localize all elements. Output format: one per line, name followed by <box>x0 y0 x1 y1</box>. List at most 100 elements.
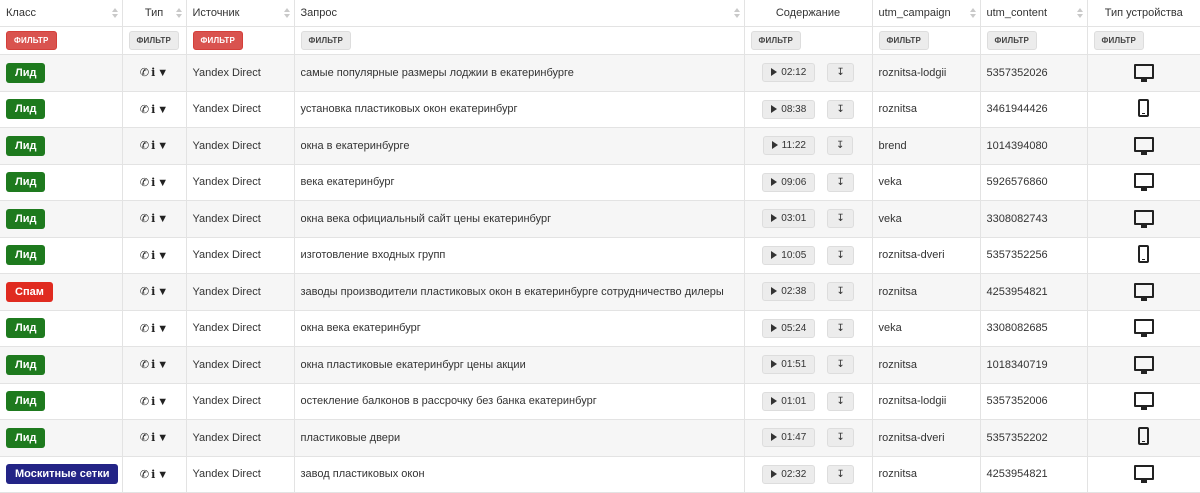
download-button[interactable]: ↧ <box>827 318 854 338</box>
filter-class-button[interactable]: ФИЛЬТР <box>6 31 57 50</box>
utm-content-text: 3461944426 <box>986 103 1048 116</box>
class-badge[interactable]: Лид <box>6 62 46 83</box>
class-badge[interactable]: Лид <box>6 391 46 412</box>
utm-campaign-text: roznitsa <box>878 103 918 116</box>
play-recording-button[interactable]: 11:22 <box>762 136 815 156</box>
header-type[interactable]: Тип <box>122 0 187 27</box>
header-class[interactable]: Класс <box>0 0 123 27</box>
info-icon[interactable]: i <box>151 212 155 225</box>
play-recording-button[interactable]: 01:47 <box>762 428 816 448</box>
play-recording-button[interactable]: 03:01 <box>762 209 816 229</box>
play-recording-button[interactable]: 01:51 <box>762 355 816 375</box>
duration-text: 02:38 <box>781 286 807 298</box>
thumbs-down-icon[interactable]: ▼ <box>157 140 168 152</box>
duration-text: 02:12 <box>781 67 807 79</box>
info-icon[interactable]: i <box>151 249 155 262</box>
info-icon[interactable]: i <box>151 358 155 371</box>
filter-content-button[interactable]: ФИЛЬТР <box>750 31 802 50</box>
class-badge[interactable]: Лид <box>6 427 46 448</box>
filter-utm-campaign-button[interactable]: ФИЛЬТР <box>878 31 930 50</box>
class-badge[interactable]: Лид <box>6 135 46 156</box>
thumbs-down-icon[interactable]: ▼ <box>157 250 168 262</box>
info-icon[interactable]: i <box>151 431 155 444</box>
thumbs-down-icon[interactable]: ▼ <box>157 177 168 189</box>
info-icon[interactable]: i <box>151 285 155 298</box>
utm-campaign-text: roznitsa <box>878 358 918 371</box>
download-button[interactable]: ↧ <box>826 136 854 156</box>
play-recording-button[interactable]: 02:32 <box>762 464 816 484</box>
play-recording-button[interactable]: 01:01 <box>762 391 816 411</box>
play-recording-button[interactable]: 08:38 <box>762 99 816 119</box>
thumbs-down-icon[interactable]: ▼ <box>157 432 168 444</box>
header-query[interactable]: Запрос <box>294 0 745 27</box>
download-button[interactable]: ↧ <box>827 428 854 448</box>
class-badge[interactable]: Лид <box>6 245 46 266</box>
query-text: заводы производители пластиковых окон в … <box>300 285 724 298</box>
thumbs-down-icon[interactable]: ▼ <box>157 104 168 116</box>
call-type-icons: ✆ i ▼ <box>129 395 180 408</box>
filter-query-button[interactable]: ФИЛЬТР <box>300 31 352 50</box>
info-icon[interactable]: i <box>151 103 155 116</box>
call-type-icons: ✆ i ▼ <box>129 66 180 79</box>
header-source[interactable]: Источник <box>186 0 295 27</box>
utm-campaign-text: veka <box>878 322 902 335</box>
filter-source-button[interactable]: ФИЛЬТР <box>192 31 244 50</box>
thumbs-down-icon[interactable]: ▼ <box>157 323 168 335</box>
sort-icon[interactable] <box>175 8 182 18</box>
play-recording-button[interactable]: 02:38 <box>762 282 816 302</box>
download-button[interactable]: ↧ <box>827 245 854 265</box>
info-icon[interactable]: i <box>151 176 155 189</box>
class-badge[interactable]: Лид <box>6 99 46 120</box>
phone-call-icon: ✆ <box>139 322 150 335</box>
play-icon <box>771 214 778 223</box>
class-badge[interactable]: Лид <box>6 318 46 339</box>
download-button[interactable]: ↧ <box>827 355 854 375</box>
thumbs-down-icon[interactable]: ▼ <box>157 213 168 225</box>
play-recording-button[interactable]: 05:24 <box>762 318 816 338</box>
download-button[interactable]: ↧ <box>827 172 854 192</box>
download-button[interactable]: ↧ <box>827 63 854 83</box>
class-badge[interactable]: Лид <box>6 172 46 193</box>
header-device-type[interactable]: Тип устройства <box>1087 0 1200 27</box>
duration-text: 10:05 <box>781 249 807 261</box>
sort-icon[interactable] <box>111 8 118 18</box>
filter-utm-content-button[interactable]: ФИЛЬТР <box>986 31 1038 50</box>
play-recording-button[interactable]: 10:05 <box>762 245 816 265</box>
download-button[interactable]: ↧ <box>827 282 854 302</box>
info-icon[interactable]: i <box>151 139 155 152</box>
monitor-icon-shape <box>1133 392 1154 411</box>
download-button[interactable]: ↧ <box>827 391 854 411</box>
info-icon[interactable]: i <box>151 66 155 79</box>
header-utm-campaign[interactable]: utm_campaign <box>872 0 981 27</box>
header-content[interactable]: Содержание <box>744 0 873 27</box>
download-button[interactable]: ↧ <box>827 464 854 484</box>
info-icon[interactable]: i <box>151 322 155 335</box>
class-badge[interactable]: Спам <box>6 281 53 302</box>
thumbs-down-icon[interactable]: ▼ <box>157 396 168 408</box>
filter-type-button[interactable]: ФИЛЬТР <box>128 31 180 50</box>
class-badge[interactable]: Москитные сетки <box>6 464 119 485</box>
play-recording-button[interactable]: 02:12 <box>762 63 816 83</box>
download-button[interactable]: ↧ <box>827 209 854 229</box>
source-text: Yandex Direct <box>192 249 261 262</box>
header-utm-content[interactable]: utm_content <box>980 0 1088 27</box>
thumbs-down-icon[interactable]: ▼ <box>157 469 168 481</box>
class-badge[interactable]: Лид <box>6 208 46 229</box>
sort-icon[interactable] <box>969 8 976 18</box>
sort-icon[interactable] <box>283 8 290 18</box>
calls-table-container: Класс Тип Источник Запрос Содержание utm… <box>0 0 1200 493</box>
info-icon[interactable]: i <box>151 468 155 481</box>
monitor-icon <box>1133 136 1154 155</box>
thumbs-down-icon[interactable]: ▼ <box>157 286 168 298</box>
sort-icon[interactable] <box>733 8 740 18</box>
class-badge[interactable]: Лид <box>6 354 46 375</box>
sort-icon[interactable] <box>1076 8 1083 18</box>
thumbs-down-icon[interactable]: ▼ <box>157 67 168 79</box>
download-button[interactable]: ↧ <box>827 99 854 119</box>
play-icon <box>771 469 778 478</box>
call-type-icons: ✆ i ▼ <box>129 468 180 481</box>
play-recording-button[interactable]: 09:06 <box>762 172 816 192</box>
thumbs-down-icon[interactable]: ▼ <box>157 359 168 371</box>
info-icon[interactable]: i <box>151 395 155 408</box>
filter-device-type-button[interactable]: ФИЛЬТР <box>1093 31 1145 50</box>
